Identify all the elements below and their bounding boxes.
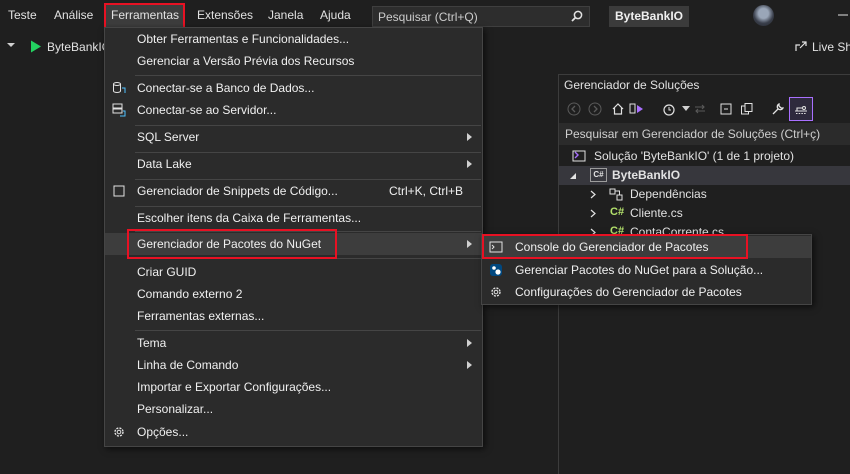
minimize-icon[interactable] [836, 8, 850, 22]
menu-item-label: Gerenciar a Versão Prévia dos Recursos [137, 54, 355, 68]
submenu-arrow-icon [467, 240, 472, 248]
start-debug-icon[interactable] [30, 40, 42, 53]
solution-search-placeholder: Pesquisar em Gerenciador de Soluções (Ct… [565, 127, 821, 141]
submenu-item-manage-nuget-packages[interactable]: Gerenciar Pacotes do NuGet para a Soluçã… [482, 259, 811, 281]
menu-item-choose-toolbox-items[interactable]: Escolher itens da Caixa de Ferramentas..… [105, 207, 482, 229]
dependencies-icon [609, 188, 623, 201]
chevron-down-icon[interactable] [682, 106, 690, 112]
menu-item-label: SQL Server [137, 130, 200, 144]
solution-name-badge: ByteBankIO [609, 6, 689, 27]
menu-item-sql-server[interactable]: SQL Server [105, 126, 482, 148]
menu-separator [135, 75, 481, 76]
search-icon [571, 10, 583, 22]
submenu-item-package-manager-settings[interactable]: Configurações do Gerenciador de Pacotes [482, 281, 811, 303]
submenu-arrow-icon [467, 133, 472, 141]
menu-item-command-line[interactable]: Linha de Comando [105, 354, 482, 376]
solution-explorer-title: Gerenciador de Soluções [564, 78, 700, 92]
solution-search-input[interactable]: Pesquisar em Gerenciador de Soluções (Ct… [559, 123, 850, 145]
menu-item-import-export-settings[interactable]: Importar e Exportar Configurações... [105, 376, 482, 398]
properties-icon[interactable] [771, 102, 785, 116]
solution-node[interactable]: Solução 'ByteBankIO' (1 de 1 projeto) [594, 149, 794, 163]
chevron-down-icon[interactable] [6, 42, 16, 50]
menu-ferramentas[interactable]: Ferramentas [111, 8, 179, 22]
menu-item-connect-server[interactable]: Conectar-se ao Servidor... [105, 99, 482, 121]
project-row[interactable]: C# ByteBankIO [559, 166, 850, 185]
startup-project-label[interactable]: ByteBankIO [47, 40, 111, 54]
sync-icon[interactable] [693, 102, 707, 116]
menu-item-preview-features[interactable]: Gerenciar a Versão Prévia dos Recursos [105, 50, 482, 72]
menu-item-snippets-manager[interactable]: Gerenciador de Snippets de Código... Ctr… [105, 180, 482, 202]
menu-janela[interactable]: Janela [268, 8, 303, 22]
dependencies-node[interactable]: Dependências [630, 187, 707, 201]
search-box[interactable]: Pesquisar (Ctrl+Q) [372, 6, 590, 27]
back-icon[interactable] [567, 102, 581, 116]
menu-item-label: Criar GUID [137, 265, 197, 279]
menu-item-shortcut: Ctrl+K, Ctrl+B [389, 184, 464, 198]
nuget-icon [490, 264, 502, 276]
database-connect-icon [113, 82, 126, 93]
nuget-highlight-box [127, 229, 337, 259]
pending-changes-icon[interactable] [662, 102, 676, 116]
menu-separator [135, 330, 481, 331]
live-share-label: Live Sh [812, 40, 850, 54]
csharp-file-icon: C# [610, 206, 625, 218]
home-icon[interactable] [611, 102, 625, 116]
search-placeholder: Pesquisar (Ctrl+Q) [378, 10, 478, 24]
menu-item-label: Obter Ferramentas e Funcionalidades... [137, 32, 350, 46]
switch-views-icon[interactable] [629, 102, 645, 116]
menu-item-label: Gerenciador de Snippets de Código... [137, 184, 338, 198]
menu-item-label: Data Lake [137, 157, 192, 171]
live-share-button[interactable]: Live Sh [795, 40, 850, 54]
menu-item-label: Comando externo 2 [137, 287, 243, 301]
submenu-arrow-icon [467, 361, 472, 369]
collapsed-arrow-icon[interactable] [590, 190, 596, 199]
submenu-arrow-icon [467, 339, 472, 347]
menu-item-connect-database[interactable]: Conectar-se a Banco de Dados... [105, 77, 482, 99]
menu-item-label: Personalizar... [137, 402, 214, 416]
collapse-all-icon[interactable] [719, 102, 733, 116]
menu-item-create-guid[interactable]: Criar GUID [105, 261, 482, 283]
gear-icon [114, 427, 124, 437]
menu-item-label: Linha de Comando [137, 358, 239, 372]
menu-item-label: Opções... [137, 425, 189, 439]
submenu-item-label: Configurações do Gerenciador de Pacotes [515, 285, 742, 299]
menu-analise[interactable]: Análise [54, 8, 93, 22]
menu-item-external-command-2[interactable]: Comando externo 2 [105, 283, 482, 305]
menu-item-customize[interactable]: Personalizar... [105, 398, 482, 420]
console-highlight-box [482, 234, 748, 259]
csharp-project-icon: C# [590, 168, 607, 182]
menu-item-label: Conectar-se a Banco de Dados... [137, 81, 315, 95]
submenu-arrow-icon [467, 160, 472, 168]
snippet-icon [113, 185, 125, 197]
menu-item-label: Tema [137, 336, 167, 350]
menu-item-theme[interactable]: Tema [105, 332, 482, 354]
menu-item-label: Ferramentas externas... [137, 309, 265, 323]
forward-icon[interactable] [588, 102, 602, 116]
menu-item-label: Importar e Exportar Configurações... [137, 380, 332, 394]
menu-teste[interactable]: Teste [8, 8, 37, 22]
menu-ajuda[interactable]: Ajuda [320, 8, 351, 22]
expanded-arrow-icon[interactable] [569, 172, 577, 180]
collapsed-arrow-icon[interactable] [590, 209, 596, 218]
share-icon [795, 41, 807, 51]
preview-toggle[interactable] [789, 97, 813, 121]
menu-item-label: Escolher itens da Caixa de Ferramentas..… [137, 211, 362, 225]
solution-explorer-toolbar [559, 97, 850, 123]
menu-extensoes[interactable]: Extensões [197, 8, 253, 22]
user-avatar[interactable] [753, 5, 774, 26]
preview-icon [795, 106, 807, 114]
menu-item-data-lake[interactable]: Data Lake [105, 153, 482, 175]
menu-item-get-tools[interactable]: Obter Ferramentas e Funcionalidades... [105, 28, 482, 50]
menu-item-external-tools[interactable]: Ferramentas externas... [105, 305, 482, 327]
solution-icon [572, 150, 586, 162]
file-node-cliente[interactable]: Cliente.cs [630, 206, 683, 220]
menu-item-options[interactable]: Opções... [105, 421, 482, 443]
server-connect-icon [112, 103, 126, 117]
menu-item-label: Conectar-se ao Servidor... [137, 103, 277, 117]
show-all-files-icon[interactable] [740, 102, 754, 116]
submenu-item-label: Gerenciar Pacotes do NuGet para a Soluçã… [515, 263, 764, 277]
gear-icon [491, 287, 501, 297]
project-node: ByteBankIO [612, 168, 681, 182]
